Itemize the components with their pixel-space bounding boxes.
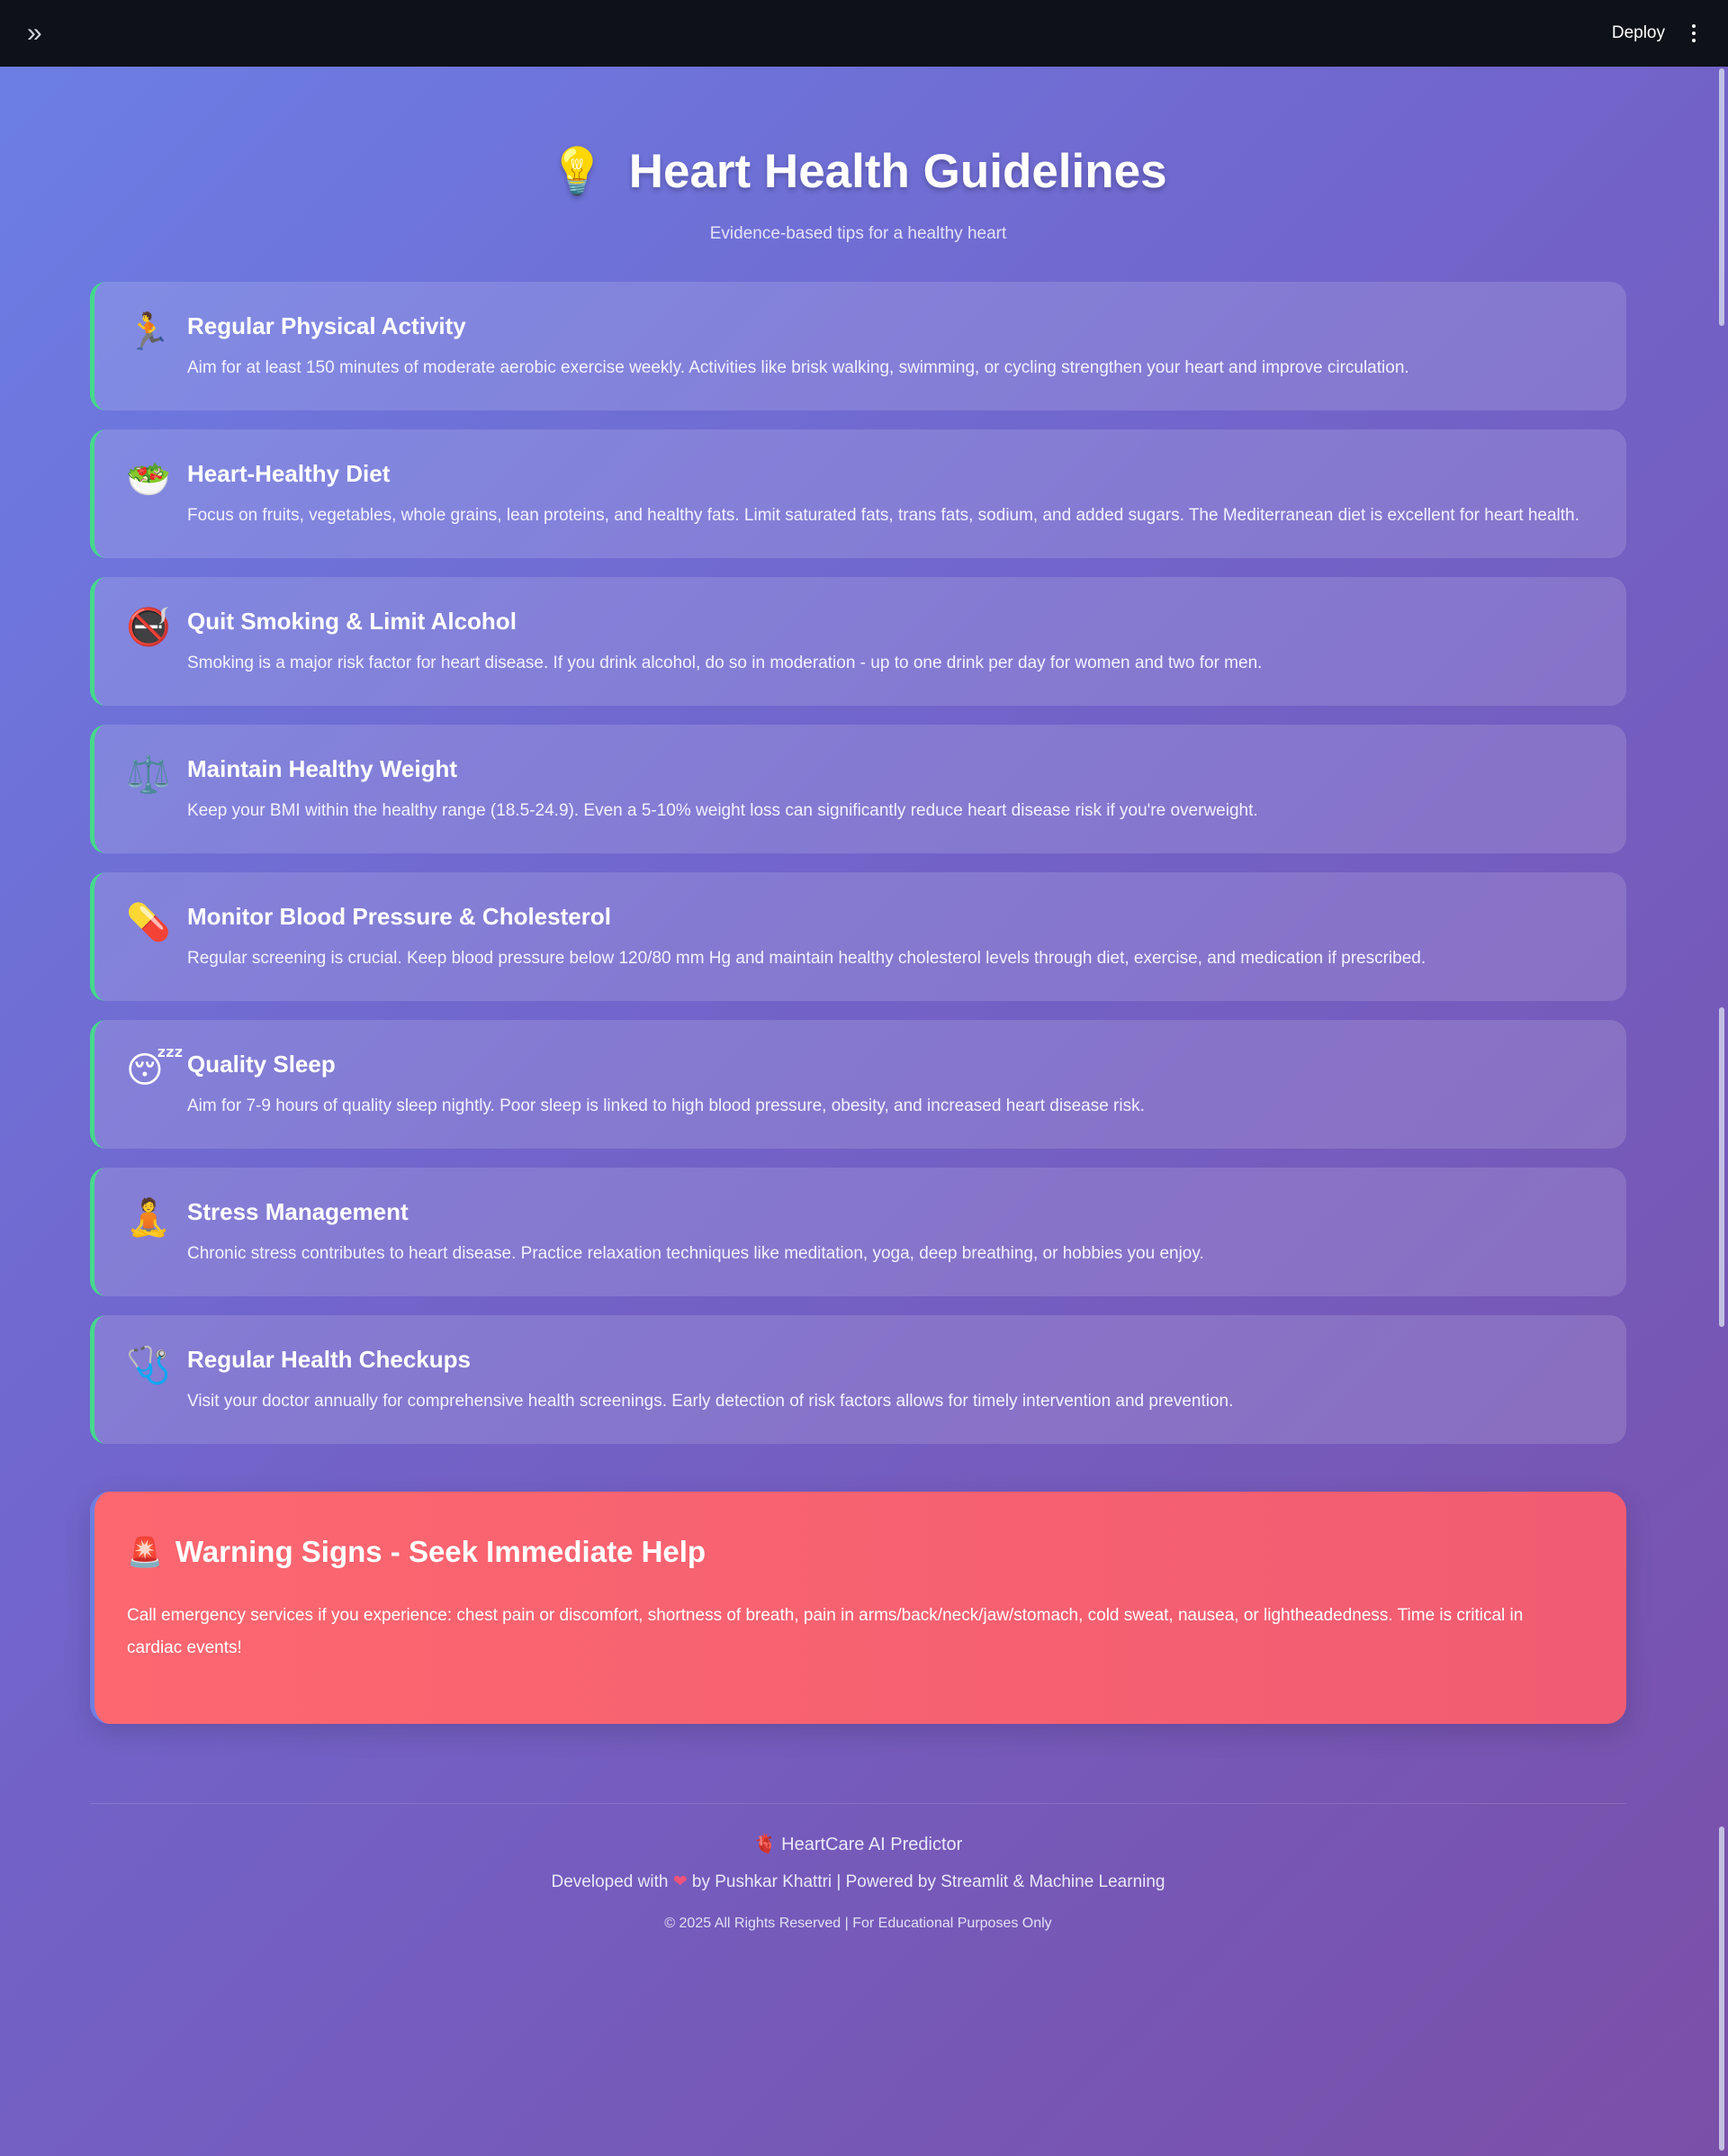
lightbulb-icon: 💡 — [549, 146, 606, 196]
toolbar-actions: Deploy — [1612, 21, 1701, 46]
siren-icon: 🚨 — [127, 1536, 163, 1568]
card-text: Aim for 7-9 hours of quality sleep night… — [187, 1096, 1145, 1115]
main-content: 💡 Heart Health Guidelines Evidence-based… — [90, 67, 1626, 1932]
footer-credits-prefix: Developed with — [551, 1872, 669, 1891]
guideline-card-sleep: 😴 Quality Sleep Aim for 7-9 hours of qua… — [90, 1020, 1626, 1149]
sleeping-face-icon: 😴 — [126, 1051, 184, 1090]
guideline-card-checkups: 🩺 Regular Health Checkups Visit your doc… — [90, 1315, 1626, 1444]
pill-icon: 💊 — [126, 903, 171, 943]
scroll-thumb[interactable] — [1719, 68, 1724, 326]
card-title: Heart-Healthy Diet — [187, 460, 391, 487]
footer-copyright: © 2025 All Rights Reserved | For Educati… — [664, 1916, 1052, 1931]
card-text: Aim for at least 150 minutes of moderate… — [187, 358, 1409, 377]
warning-title: 🚨 Warning Signs - Seek Immediate Help — [127, 1535, 1572, 1569]
guideline-card-weight: ⚖️ Maintain Healthy Weight Keep your BMI… — [90, 725, 1626, 853]
page-subtitle: Evidence-based tips for a healthy heart — [709, 224, 1007, 243]
heart-icon: ❤ — [672, 1872, 688, 1891]
no-smoking-icon: 🚭 — [126, 608, 171, 647]
salad-icon: 🥗 — [126, 460, 171, 500]
running-icon: 🏃 — [126, 312, 171, 352]
scroll-thumb[interactable] — [1719, 1827, 1724, 2151]
guideline-card-smoking: 🚭 Quit Smoking & Limit Alcohol Smoking i… — [90, 577, 1626, 706]
guideline-card-diet: 🥗 Heart-Healthy Diet Focus on fruits, ve… — [90, 429, 1626, 558]
footer-credits-suffix: by Pushkar Khattri | Powered by Streamli… — [691, 1872, 1166, 1891]
footer-brand: 🫀 HeartCare AI Predictor — [90, 1833, 1626, 1855]
scrollbar[interactable] — [1715, 67, 1728, 2156]
guideline-list: 🏃 Regular Physical Activity Aim for at l… — [90, 282, 1626, 1444]
footer-credits: Developed with ❤ by Pushkar Khattri | Po… — [90, 1872, 1626, 1892]
card-text: Focus on fruits, vegetables, whole grain… — [187, 506, 1580, 525]
card-text: Visit your doctor annually for comprehen… — [187, 1392, 1234, 1411]
card-text: Chronic stress contributes to heart dise… — [187, 1244, 1204, 1263]
scroll-thumb[interactable] — [1719, 1007, 1724, 1327]
guideline-card-physical-activity: 🏃 Regular Physical Activity Aim for at l… — [90, 282, 1626, 410]
footer: 🫀 HeartCare AI Predictor Developed with … — [90, 1833, 1626, 1932]
card-title: Regular Health Checkups — [187, 1346, 471, 1373]
warning-text: Call emergency services if you experienc… — [127, 1606, 1524, 1657]
footer-brand-text: HeartCare AI Predictor — [781, 1835, 963, 1854]
card-text: Keep your BMI within the healthy range (… — [187, 801, 1258, 820]
card-title: Maintain Healthy Weight — [187, 755, 457, 782]
warning-box: 🚨 Warning Signs - Seek Immediate Help Ca… — [90, 1492, 1626, 1724]
guideline-card-blood-pressure: 💊 Monitor Blood Pressure & Cholesterol R… — [90, 872, 1626, 1001]
page-title: 💡 Heart Health Guidelines — [90, 67, 1626, 199]
card-title: Quality Sleep — [187, 1051, 336, 1078]
anatomical-heart-icon: 🫀 — [753, 1835, 777, 1854]
top-toolbar: » Deploy — [0, 0, 1728, 67]
page-title-text: Heart Health Guidelines — [628, 145, 1167, 198]
meditation-icon: 🧘 — [126, 1198, 171, 1238]
card-title: Quit Smoking & Limit Alcohol — [187, 608, 517, 635]
card-title: Monitor Blood Pressure & Cholesterol — [187, 903, 611, 930]
card-text: Regular screening is crucial. Keep blood… — [187, 949, 1426, 968]
card-title: Regular Physical Activity — [187, 312, 466, 339]
warning-title-text: Warning Signs - Seek Immediate Help — [175, 1535, 706, 1568]
card-text: Smoking is a major risk factor for heart… — [187, 654, 1263, 672]
card-title: Stress Management — [187, 1198, 409, 1225]
deploy-button[interactable]: Deploy — [1612, 23, 1665, 43]
main-menu-icon[interactable] — [1687, 21, 1701, 46]
stethoscope-icon: 🩺 — [126, 1346, 171, 1385]
footer-divider — [90, 1803, 1626, 1804]
guideline-card-stress: 🧘 Stress Management Chronic stress contr… — [90, 1168, 1626, 1296]
scale-icon: ⚖️ — [126, 755, 171, 795]
expand-sidebar-icon[interactable]: » — [27, 18, 44, 49]
